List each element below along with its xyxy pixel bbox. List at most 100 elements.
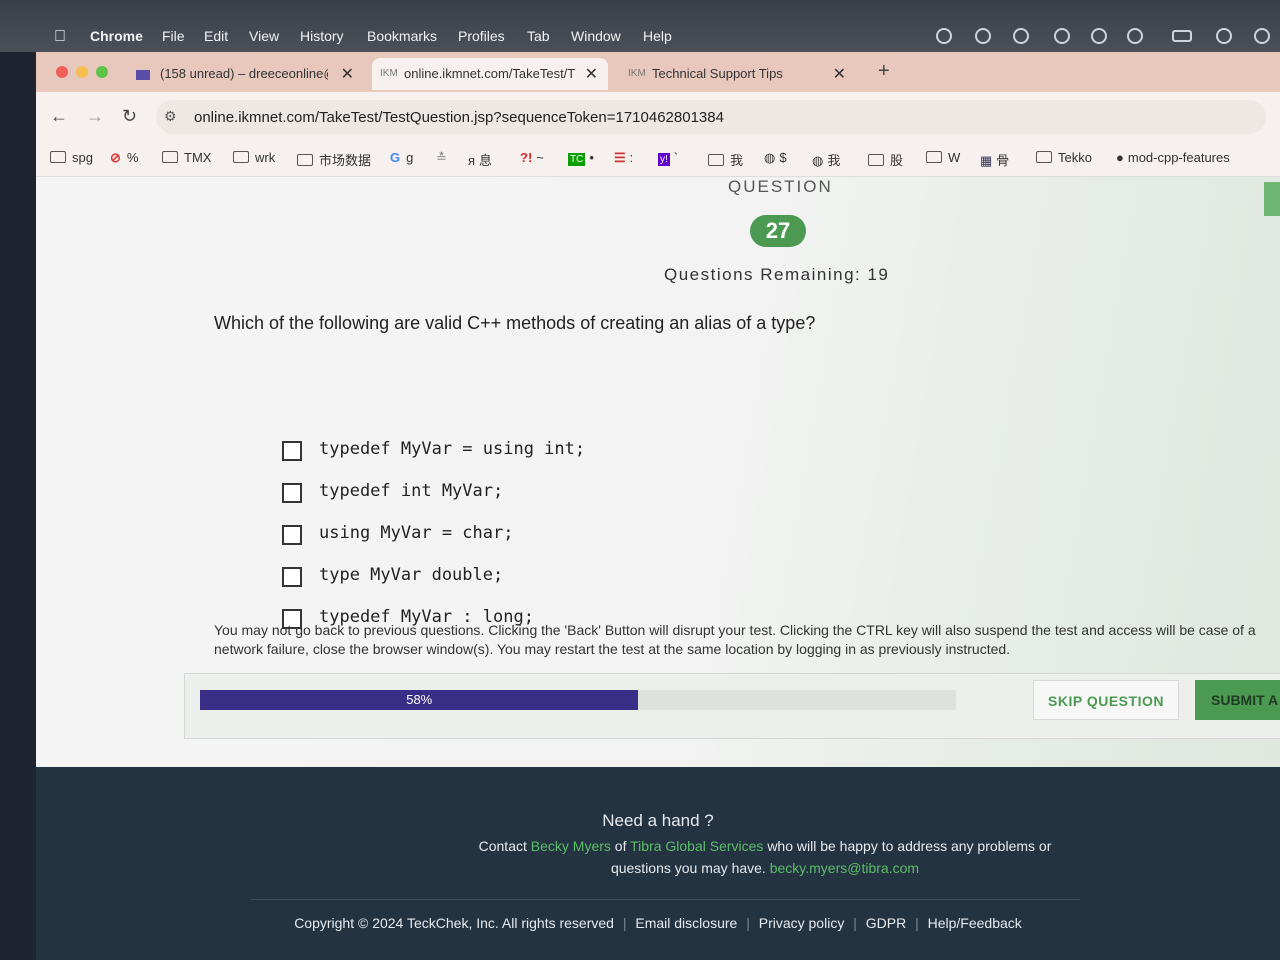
contact-prefix: Contact (478, 838, 527, 854)
bookmark-folder-w[interactable]: W (926, 150, 960, 165)
footer-heading: Need a hand ? (602, 811, 714, 830)
github-icon: ● (1116, 150, 1124, 165)
menu-history[interactable]: History (300, 28, 344, 44)
menu-chrome[interactable]: Chrome (90, 28, 143, 44)
bookmarks-bar: spg ⊘% TMX wrk 市场数据 Gg ≛ ᴙ息 ?! ~ TC • ☰: y… (36, 142, 1280, 177)
tab-title: online.ikmnet.com/TakeTest/T (404, 66, 576, 81)
bookmark-globe-wo[interactable]: ◍ 我 (812, 150, 840, 169)
bookmark-tmx[interactable]: TMX (162, 150, 211, 165)
forward-button[interactable]: → (86, 106, 104, 127)
browser-toolbar: ← → ↻ ⚙ online.ikmnet.com/TakeTest/TestQ… (36, 92, 1280, 142)
answer-label: using MyVar = char; (319, 523, 514, 543)
menu-window[interactable]: Window (571, 28, 621, 44)
menu-tab[interactable]: Tab (527, 28, 550, 44)
url-text[interactable]: online.ikmnet.com/TakeTest/TestQuestion.… (194, 109, 724, 126)
menu-edit[interactable]: Edit (204, 28, 228, 44)
bookmark-mod-cpp-features[interactable]: ● mod-cpp-features (1116, 150, 1230, 165)
folder-icon (708, 154, 724, 166)
bookmark-market-data[interactable]: 市场数据 (297, 150, 371, 169)
menu-file[interactable]: File (162, 28, 185, 44)
bookmark-techcrunch[interactable]: TC • (568, 150, 594, 166)
new-tab-button[interactable]: + (878, 60, 890, 83)
skip-question-button[interactable]: SKIP QUESTION (1033, 680, 1179, 720)
page-footer: Need a hand ? Contact Becky Myers of Tib… (36, 767, 1280, 960)
user-icon[interactable] (1254, 28, 1270, 44)
time-machine-icon[interactable] (1054, 28, 1070, 44)
battery-icon[interactable] (1172, 30, 1192, 42)
footer-separator: | (915, 915, 919, 931)
volume-icon[interactable] (1127, 28, 1143, 44)
zoom-window-button[interactable] (96, 66, 108, 78)
contact-name-link[interactable]: Becky Myers (531, 838, 611, 854)
wifi-icon[interactable] (1216, 28, 1232, 44)
contact-email-link[interactable]: becky.myers@tibra.com (770, 860, 919, 876)
bookmark-folder-wo[interactable]: 我 (708, 150, 743, 169)
bookmark-tekko[interactable]: Tekko (1036, 150, 1092, 165)
question-text: Which of the following are valid C++ met… (214, 313, 816, 333)
question-heading: QUESTION (728, 177, 833, 196)
site-icon: ≛ (436, 150, 447, 165)
globe-icon: ◍ (764, 150, 776, 165)
gdpr-link[interactable]: GDPR (866, 915, 906, 931)
sync-icon[interactable] (936, 28, 952, 44)
answer-checkbox[interactable] (282, 567, 302, 587)
close-window-button[interactable] (56, 66, 68, 78)
bookmark-yahoo[interactable]: y! ` (658, 150, 678, 166)
bookmark-grid[interactable]: ▦ 骨 (980, 150, 1009, 169)
site-icon: ☰ (614, 150, 626, 165)
apple-icon[interactable]:  (54, 28, 66, 46)
tab-technical-support[interactable]: IKM Technical Support Tips ✕ (620, 58, 856, 90)
bookmark-site-3[interactable]: ?! ~ (520, 150, 544, 165)
bluetooth-icon[interactable] (1091, 28, 1107, 44)
menu-profiles[interactable]: Profiles (458, 28, 505, 44)
back-button[interactable]: ← (50, 106, 68, 127)
menu-view[interactable]: View (249, 28, 279, 44)
site-icon: ?! (520, 150, 533, 165)
bookmark-wrk[interactable]: wrk (233, 150, 275, 165)
answer-checkbox[interactable] (282, 483, 302, 503)
bookmark-percent[interactable]: ⊘% (110, 150, 138, 166)
folder-icon (868, 154, 884, 166)
test-page: QUESTION 27 Questions Remaining: 19 Whic… (36, 177, 1280, 767)
question-number-badge: 27 (750, 215, 806, 247)
vpn-icon[interactable] (975, 28, 991, 44)
footer-separator: | (853, 915, 857, 931)
privacy-policy-link[interactable]: Privacy policy (759, 915, 845, 931)
menu-bookmarks[interactable]: Bookmarks (367, 28, 437, 44)
tab-gmail[interactable]: (158 unread) – dreeceonline@ ✕ (128, 58, 364, 90)
minimize-window-button[interactable] (76, 66, 88, 78)
side-tab[interactable] (1264, 182, 1280, 216)
bookmark-site-2[interactable]: ᴙ息 (468, 150, 492, 169)
answer-checkbox[interactable] (282, 441, 302, 461)
browser-window: (158 unread) – dreeceonline@ ✕ IKM onlin… (36, 52, 1280, 960)
bookmark-site-4[interactable]: ☰: (614, 150, 633, 166)
footer-separator: | (746, 915, 750, 931)
ikm-favicon-icon: IKM (628, 68, 646, 79)
close-icon[interactable]: ✕ (585, 64, 598, 84)
dropbox-icon[interactable] (1013, 28, 1029, 44)
bookmark-site-1[interactable]: ≛ (436, 150, 447, 166)
close-icon[interactable]: ✕ (341, 64, 354, 84)
tab-ikm-test[interactable]: IKM online.ikmnet.com/TakeTest/T ✕ (372, 58, 608, 90)
bookmark-folder-stock[interactable]: 股 (868, 150, 903, 169)
folder-icon (297, 154, 313, 166)
bookmark-globe-dollar[interactable]: ◍ $ (764, 150, 787, 166)
tab-strip: (158 unread) – dreeceonline@ ✕ IKM onlin… (36, 52, 1280, 92)
answer-checkbox[interactable] (282, 525, 302, 545)
menu-help[interactable]: Help (643, 28, 672, 44)
submit-answer-button[interactable]: SUBMIT A (1195, 680, 1280, 720)
answer-label: typedef int MyVar; (319, 481, 504, 501)
address-bar[interactable]: ⚙ online.ikmnet.com/TakeTest/TestQuestio… (156, 100, 1266, 134)
email-disclosure-link[interactable]: Email disclosure (635, 915, 737, 931)
site-info-icon[interactable]: ⚙ (164, 108, 177, 125)
progress-bar: 58% (200, 690, 956, 710)
help-feedback-link[interactable]: Help/Feedback (928, 915, 1022, 931)
bookmark-spg[interactable]: spg (50, 150, 93, 165)
bookmark-google[interactable]: Gg (390, 150, 413, 165)
close-icon[interactable]: ✕ (833, 64, 846, 84)
company-link[interactable]: Tibra Global Services (630, 838, 763, 854)
reload-button[interactable]: ↻ (122, 106, 137, 127)
folder-icon (1036, 151, 1052, 163)
folder-icon (926, 151, 942, 163)
blocked-icon: ⊘ (110, 150, 121, 165)
